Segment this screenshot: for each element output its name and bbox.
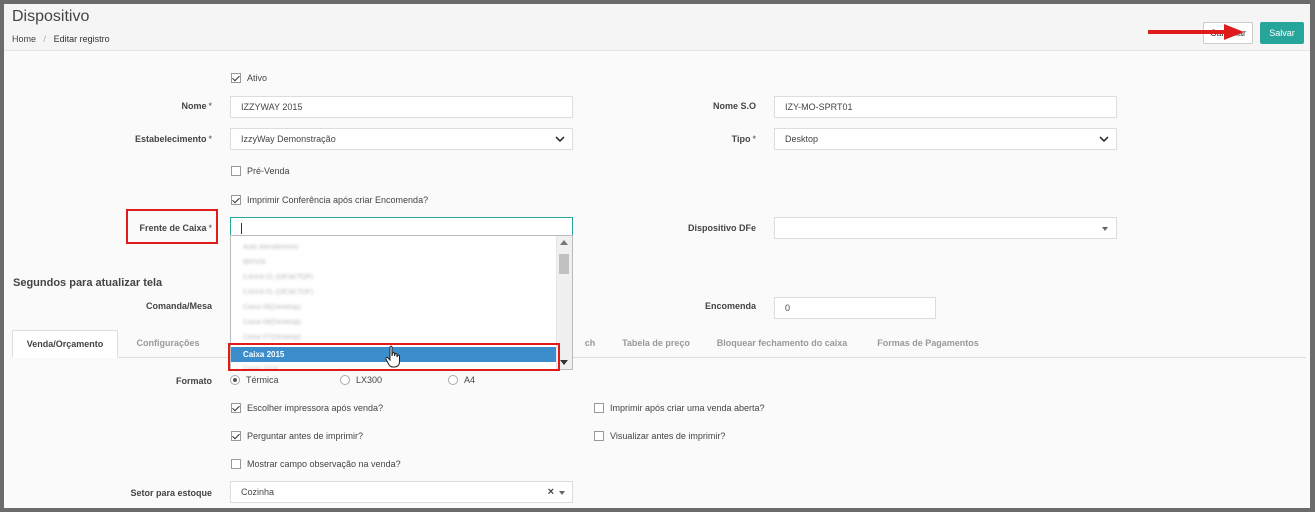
scroll-down-icon[interactable] bbox=[560, 360, 568, 365]
checkbox-checked-icon bbox=[231, 195, 241, 205]
scroll-up-icon[interactable] bbox=[560, 240, 568, 245]
checkbox-empty-icon bbox=[594, 403, 604, 413]
segundos-section-title: Segundos para atualizar tela bbox=[13, 277, 163, 289]
imprimir-conferencia-checkbox[interactable]: Imprimir Conferência após criar Encomend… bbox=[231, 195, 428, 205]
ativo-label: Ativo bbox=[247, 73, 268, 83]
caret-down-icon bbox=[1102, 227, 1108, 231]
radio-selected-icon bbox=[230, 375, 240, 385]
breadcrumb-current: Editar registro bbox=[53, 34, 110, 44]
encomenda-label: Encomenda bbox=[704, 301, 756, 311]
estabelecimento-label: Estabelecimento * bbox=[134, 134, 212, 144]
dropdown-option[interactable]: CAIXA 01 (DESKTOP) bbox=[231, 270, 557, 285]
visualizar-imprimir-checkbox[interactable]: Visualizar antes de imprimir? bbox=[594, 431, 725, 441]
formato-termica-radio[interactable]: Térmica bbox=[230, 375, 279, 385]
text-cursor bbox=[241, 223, 242, 235]
breadcrumb-separator: / bbox=[43, 34, 47, 44]
nome-so-input[interactable]: IZY-MO-SPRT01 bbox=[774, 96, 1117, 118]
prevenda-checkbox[interactable]: Pré-Venda bbox=[231, 166, 290, 176]
estabelecimento-value: IzzyWay Demonstração bbox=[241, 134, 336, 144]
dropdown-option[interactable]: BRIVIA bbox=[231, 255, 557, 270]
checkbox-empty-icon bbox=[594, 431, 604, 441]
page-header: Dispositivo Home / Editar registro Cance… bbox=[4, 4, 1310, 50]
checkbox-checked-icon bbox=[231, 431, 241, 441]
radio-empty-icon bbox=[448, 375, 458, 385]
formato-lx300-radio[interactable]: LX300 bbox=[340, 375, 382, 385]
tab-partial[interactable]: ch bbox=[578, 330, 602, 358]
tab-bar: Venda/Orçamento Configurações ch Tabela … bbox=[12, 330, 1306, 358]
nome-label: Nome * bbox=[181, 101, 212, 111]
perguntar-imprimir-checkbox[interactable]: Perguntar antes de imprimir? bbox=[231, 431, 363, 441]
checkbox-checked-icon bbox=[231, 73, 241, 83]
dropdown-option[interactable]: CAIXA 01 (DESKTOP) bbox=[231, 285, 557, 300]
checkbox-checked-icon bbox=[231, 403, 241, 413]
chevron-down-icon bbox=[555, 136, 565, 143]
arrow-right-annotation-icon bbox=[1148, 24, 1244, 40]
setor-estoque-select[interactable]: Cozinha × bbox=[230, 481, 573, 503]
nome-input[interactable]: IZZYWAY 2015 bbox=[230, 96, 573, 118]
tab-tabela-preco[interactable]: Tabela de preço bbox=[616, 330, 696, 358]
form-content: Ativo Nome * IZZYWAY 2015 Nome S.O IZY-MO… bbox=[4, 50, 1310, 508]
breadcrumb: Home / Editar registro bbox=[12, 34, 110, 44]
save-button[interactable]: Salvar bbox=[1260, 22, 1304, 44]
breadcrumb-home[interactable]: Home bbox=[12, 34, 36, 44]
tab-formas-pagamentos[interactable]: Formas de Pagamentos bbox=[870, 330, 986, 358]
annotation-box-label bbox=[126, 209, 218, 244]
setor-estoque-label: Setor para estoque bbox=[130, 488, 212, 498]
hand-pointer-icon bbox=[385, 345, 400, 368]
scrollbar-thumb[interactable] bbox=[559, 254, 569, 274]
tipo-label: Tipo * bbox=[731, 134, 756, 144]
tab-bloquear-fechamento[interactable]: Bloquear fechamento do caixa bbox=[712, 330, 852, 358]
page-title: Dispositivo bbox=[12, 8, 90, 25]
checkbox-empty-icon bbox=[231, 459, 241, 469]
chevron-down-icon bbox=[1099, 136, 1109, 143]
dropdown-option[interactable]: Auto Atendimento bbox=[231, 240, 557, 255]
ativo-checkbox[interactable]: Ativo bbox=[231, 73, 267, 83]
encomenda-input[interactable]: 0 bbox=[774, 297, 936, 319]
dropdown-option[interactable]: Caixa 06(Desktop) bbox=[231, 300, 557, 315]
clear-icon[interactable]: × bbox=[548, 482, 554, 502]
mostrar-observacao-checkbox[interactable]: Mostrar campo observação na venda? bbox=[231, 459, 401, 469]
tipo-value: Desktop bbox=[785, 134, 819, 144]
checkbox-empty-icon bbox=[231, 166, 241, 176]
estabelecimento-select[interactable]: IzzyWay Demonstração bbox=[230, 128, 573, 150]
formato-label: Formato bbox=[176, 376, 212, 386]
tipo-select[interactable]: Desktop bbox=[774, 128, 1117, 150]
dispositivo-dfe-label: Dispositivo DFe bbox=[687, 223, 756, 233]
comanda-mesa-label: Comanda/Mesa bbox=[145, 301, 212, 311]
imprimir-conferencia-label: Imprimir Conferência após criar Encomend… bbox=[247, 195, 429, 205]
tab-configuracoes[interactable]: Configurações bbox=[128, 330, 208, 358]
dropdown-option[interactable]: Caixa 06(Desktop) bbox=[231, 315, 557, 330]
dispositivo-dfe-select[interactable] bbox=[774, 217, 1117, 239]
formato-a4-radio[interactable]: A4 bbox=[448, 375, 475, 385]
caret-down-icon bbox=[559, 491, 565, 495]
escolher-impressora-checkbox[interactable]: Escolher impressora após venda? bbox=[231, 403, 383, 413]
tab-venda-orcamento[interactable]: Venda/Orçamento bbox=[12, 330, 118, 358]
nome-so-label: Nome S.O bbox=[712, 101, 756, 111]
radio-empty-icon bbox=[340, 375, 350, 385]
app-frame: Dispositivo Home / Editar registro Cance… bbox=[4, 4, 1310, 508]
imprimir-venda-aberta-checkbox[interactable]: Imprimir após criar uma venda aberta? bbox=[594, 403, 765, 413]
prevenda-label: Pré-Venda bbox=[247, 166, 290, 176]
